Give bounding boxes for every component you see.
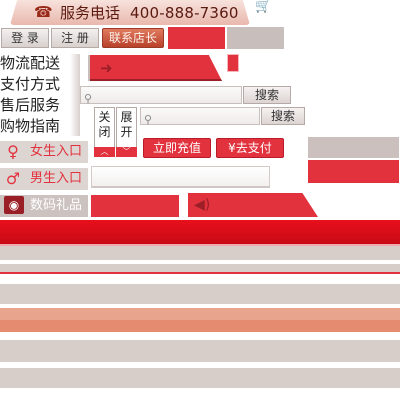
category-men-label: 男生入口 — [30, 171, 83, 186]
red-swatch — [168, 27, 225, 49]
red-panel — [308, 160, 399, 183]
phone-number: 400-888-7360 — [130, 4, 239, 22]
menu-item-shipping[interactable]: 物流配送 — [0, 54, 70, 73]
stripe — [0, 344, 400, 362]
stripe — [0, 320, 400, 332]
contact-shopkeeper-button[interactable]: 联系店长 — [102, 28, 164, 48]
stripe — [0, 264, 400, 272]
expand-toggle-label: 展开 — [120, 110, 133, 139]
stripe — [0, 274, 400, 284]
stripe — [0, 308, 400, 320]
phone-label: 服务电话 — [60, 4, 121, 22]
search-input-secondary[interactable]: ⚲ — [140, 107, 260, 126]
stripe — [0, 284, 400, 304]
close-toggle-label: 关闭 — [98, 110, 111, 139]
expand-toggle[interactable]: 展开 ﹀ — [116, 107, 137, 157]
cart-icon[interactable]: 🛒 — [255, 0, 271, 14]
stripe — [0, 332, 400, 340]
search-button[interactable]: 搜索 — [243, 86, 291, 104]
camera-icon: ◉ — [4, 196, 24, 214]
stripe — [0, 246, 400, 260]
chevron-up-icon: ︿ — [94, 147, 115, 157]
close-toggle[interactable]: 关闭 ︿ — [94, 107, 115, 157]
search-button-secondary[interactable]: 搜索 — [261, 107, 305, 125]
search-input[interactable]: ⚲ — [80, 86, 242, 105]
menu-item-guide[interactable]: 购物指南 — [0, 117, 70, 136]
speaker-icon: ◀) — [194, 197, 211, 213]
red-bar — [91, 195, 179, 217]
chevron-down-icon: ﹀ — [116, 147, 137, 157]
menu-item-payment[interactable]: 支付方式 — [0, 75, 70, 94]
stripe — [0, 368, 400, 388]
stripe — [0, 388, 400, 400]
register-button[interactable]: 注 册 — [51, 28, 99, 48]
male-icon: ♂ — [5, 169, 21, 188]
category-digital-label: 数码礼品 — [30, 198, 83, 213]
red-banner — [0, 220, 400, 244]
tag-icon — [227, 54, 239, 72]
menu-item-aftersale[interactable]: 售后服务 — [0, 96, 70, 115]
grey-panel — [308, 137, 399, 158]
search-icon: ⚲ — [84, 92, 93, 105]
recharge-button[interactable]: 立即充值 — [143, 138, 211, 158]
female-icon: ♀ — [7, 142, 19, 161]
login-button[interactable]: 登 录 — [1, 28, 49, 48]
menu-divider — [70, 54, 80, 136]
grey-swatch — [227, 27, 284, 49]
arrow-right-icon: ➜ — [100, 59, 113, 77]
category-women-label: 女生入口 — [30, 144, 83, 159]
search-icon: ⚲ — [144, 113, 153, 126]
phone-icon: ☎ — [34, 3, 53, 21]
text-input[interactable] — [91, 166, 270, 188]
pay-button[interactable]: ¥去支付 — [216, 138, 284, 158]
